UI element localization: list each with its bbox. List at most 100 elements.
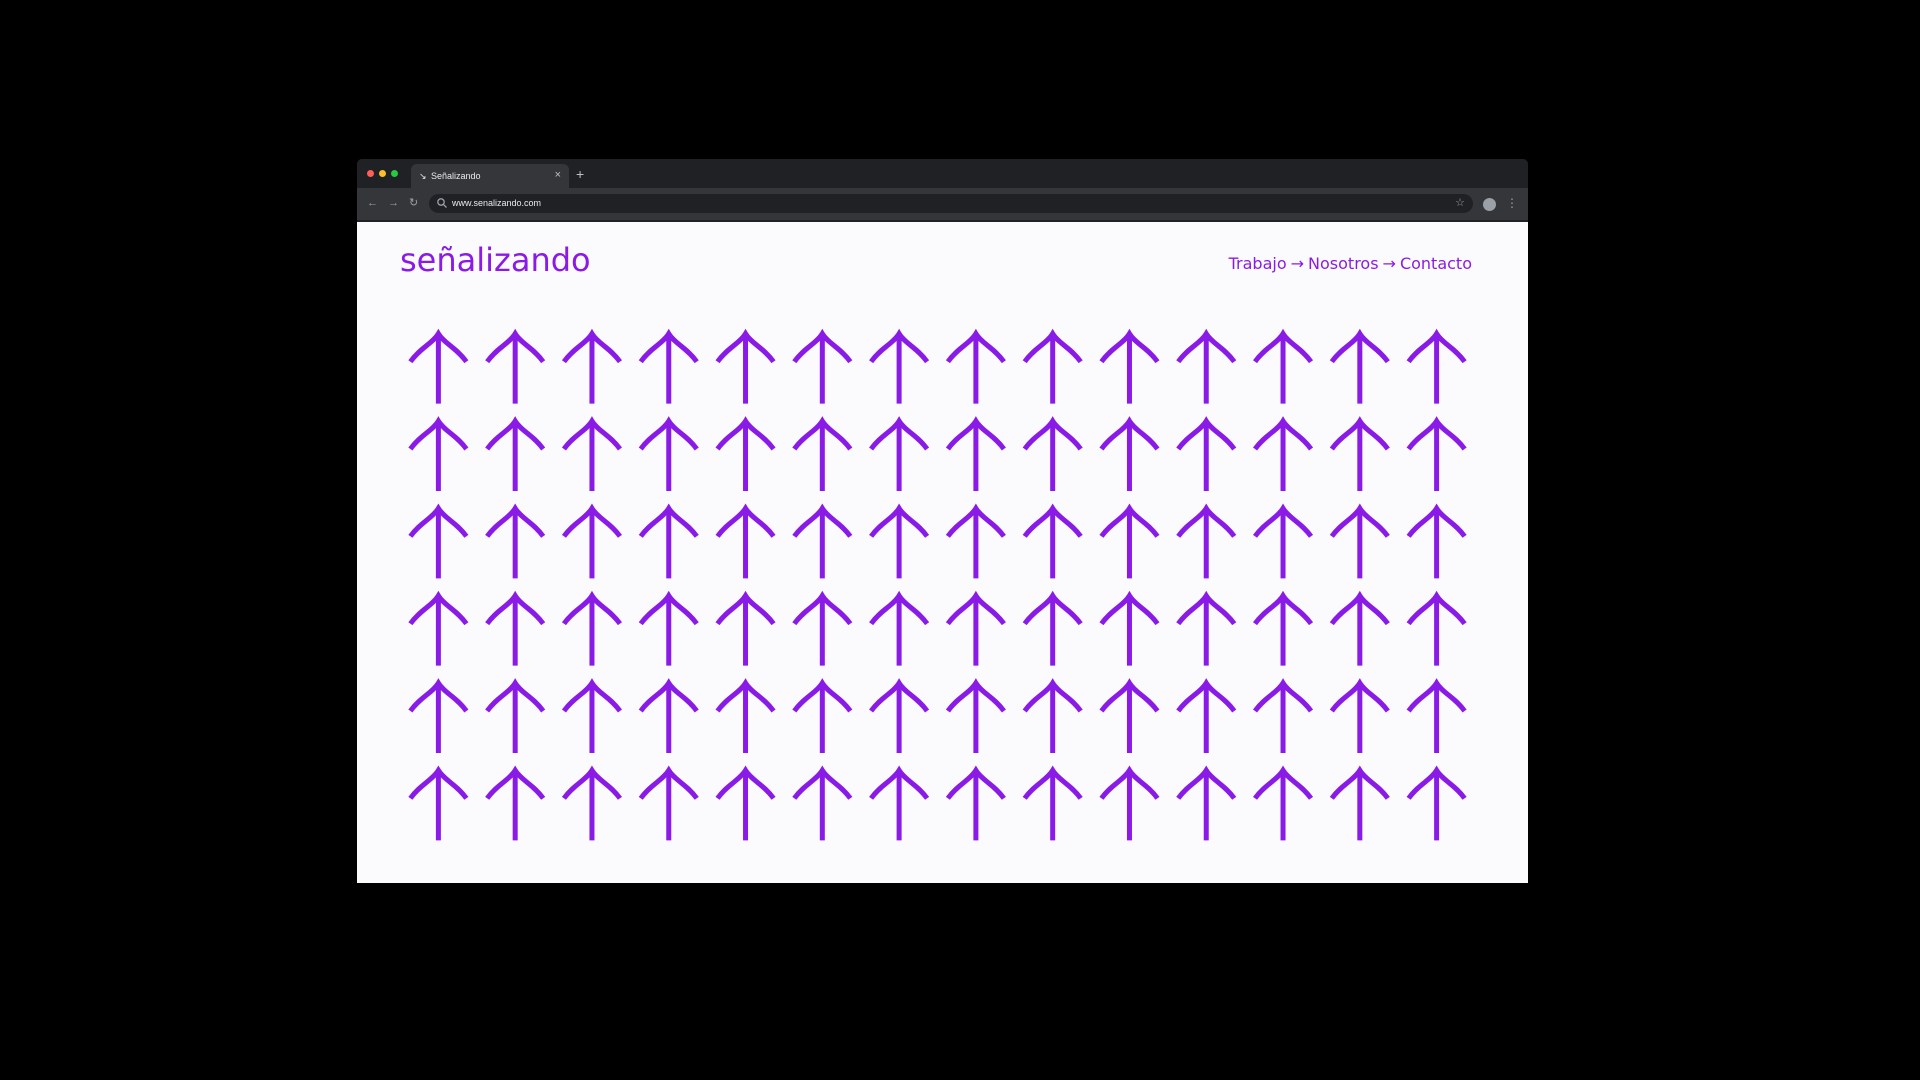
up-arrow-icon [561,590,622,666]
up-arrow-icon [715,503,776,579]
up-arrow-icon [638,416,699,491]
up-arrow-icon [1176,678,1237,753]
arrow-pattern [408,328,1467,841]
up-arrow-icon [1099,678,1160,753]
up-arrow-icon [945,765,1006,841]
up-arrow-icon [561,328,622,404]
up-arrow-icon [1406,765,1467,841]
up-arrow-icon [792,328,853,404]
up-arrow-icon [1022,678,1083,753]
active-tab[interactable]: ↘ Señalizando × [411,164,569,188]
up-arrow-icon [715,678,776,753]
up-arrow-icon [1176,590,1237,666]
up-arrow-icon [638,328,699,404]
up-arrow-icon [1406,328,1467,404]
up-arrow-icon [1022,765,1083,841]
up-arrow-icon [1329,590,1390,666]
maximize-window-button[interactable] [391,170,398,177]
up-arrow-icon [1022,328,1083,404]
up-arrow-icon [945,416,1006,491]
up-arrow-icon [869,765,930,841]
up-arrow-icon [1253,503,1314,579]
tab-title: Señalizando [431,171,481,181]
up-arrow-icon [408,328,469,404]
up-arrow-icon [1099,416,1160,491]
tab-strip: ↘ Señalizando × + [357,159,1528,188]
up-arrow-icon [1329,416,1390,491]
up-arrow-icon [485,328,546,404]
reload-icon[interactable]: ↻ [409,196,418,210]
up-arrow-icon [1329,328,1390,404]
up-arrow-icon [869,678,930,753]
address-bar[interactable]: www.senalizando.com ☆ [429,194,1473,213]
up-arrow-icon [945,503,1006,579]
up-arrow-icon [1253,590,1314,666]
up-arrow-icon [1329,765,1390,841]
up-arrow-icon [1406,503,1467,579]
nav-separator-arrow-icon: → [1290,254,1305,273]
browser-window: ↘ Señalizando × + ← → ↻ www.senalizando.… [357,159,1528,883]
up-arrow-icon [1176,503,1237,579]
up-arrow-icon [408,678,469,753]
browser-toolbar: ← → ↻ www.senalizando.com ☆ ⋮ [357,188,1528,220]
up-arrow-icon [869,416,930,491]
up-arrow-icon [1253,328,1314,404]
up-arrow-icon [715,590,776,666]
up-arrow-icon [945,328,1006,404]
page-viewport: señalizando Trabajo → Nosotros → Contacto [357,222,1528,883]
up-arrow-icon [792,678,853,753]
up-arrow-icon [638,678,699,753]
bookmark-star-icon[interactable]: ☆ [1455,196,1465,210]
close-tab-icon[interactable]: × [555,169,561,181]
new-tab-button[interactable]: + [576,167,584,181]
up-arrow-icon [945,590,1006,666]
up-arrow-icon [1253,416,1314,491]
nav-link-contacto[interactable]: Contacto [1400,254,1472,273]
up-arrow-icon [1176,765,1237,841]
back-icon[interactable]: ← [367,196,378,210]
up-arrow-icon [638,765,699,841]
up-arrow-icon [1406,678,1467,753]
up-arrow-icon [1022,590,1083,666]
up-arrow-icon [715,416,776,491]
up-arrow-icon [869,503,930,579]
up-arrow-icon [1099,503,1160,579]
nav-link-trabajo[interactable]: Trabajo [1229,254,1287,273]
up-arrow-icon [1022,503,1083,579]
up-arrow-icon [485,678,546,753]
up-arrow-icon [1022,416,1083,491]
up-arrow-icon [408,416,469,491]
minimize-window-button[interactable] [379,170,386,177]
up-arrow-icon [1329,503,1390,579]
forward-icon[interactable]: → [388,196,399,210]
up-arrow-icon [485,765,546,841]
favicon-icon: ↘ [419,171,427,181]
up-arrow-icon [638,590,699,666]
up-arrow-icon [408,590,469,666]
up-arrow-icon [1176,416,1237,491]
up-arrow-icon [561,503,622,579]
up-arrow-icon [792,590,853,666]
up-arrow-icon [408,503,469,579]
site-nav: Trabajo → Nosotros → Contacto [1229,254,1472,274]
nav-separator-arrow-icon: → [1382,254,1396,273]
close-window-button[interactable] [367,170,374,177]
address-url: www.senalizando.com [452,198,542,208]
up-arrow-icon [1176,328,1237,404]
up-arrow-icon [715,328,776,404]
up-arrow-icon [792,765,853,841]
up-arrow-icon [561,416,622,491]
up-arrow-icon [1099,590,1160,666]
up-arrow-icon [638,503,699,579]
up-arrow-icon [485,590,546,666]
site-logo[interactable]: señalizando [400,240,591,280]
browser-menu-icon[interactable]: ⋮ [1506,196,1518,210]
nav-link-nosotros[interactable]: Nosotros [1308,254,1379,273]
up-arrow-icon [945,678,1006,753]
up-arrow-icon [1253,765,1314,841]
up-arrow-icon [1253,678,1314,753]
search-icon [437,198,447,208]
profile-avatar[interactable] [1483,198,1496,211]
up-arrow-icon [792,503,853,579]
up-arrow-icon [408,765,469,841]
